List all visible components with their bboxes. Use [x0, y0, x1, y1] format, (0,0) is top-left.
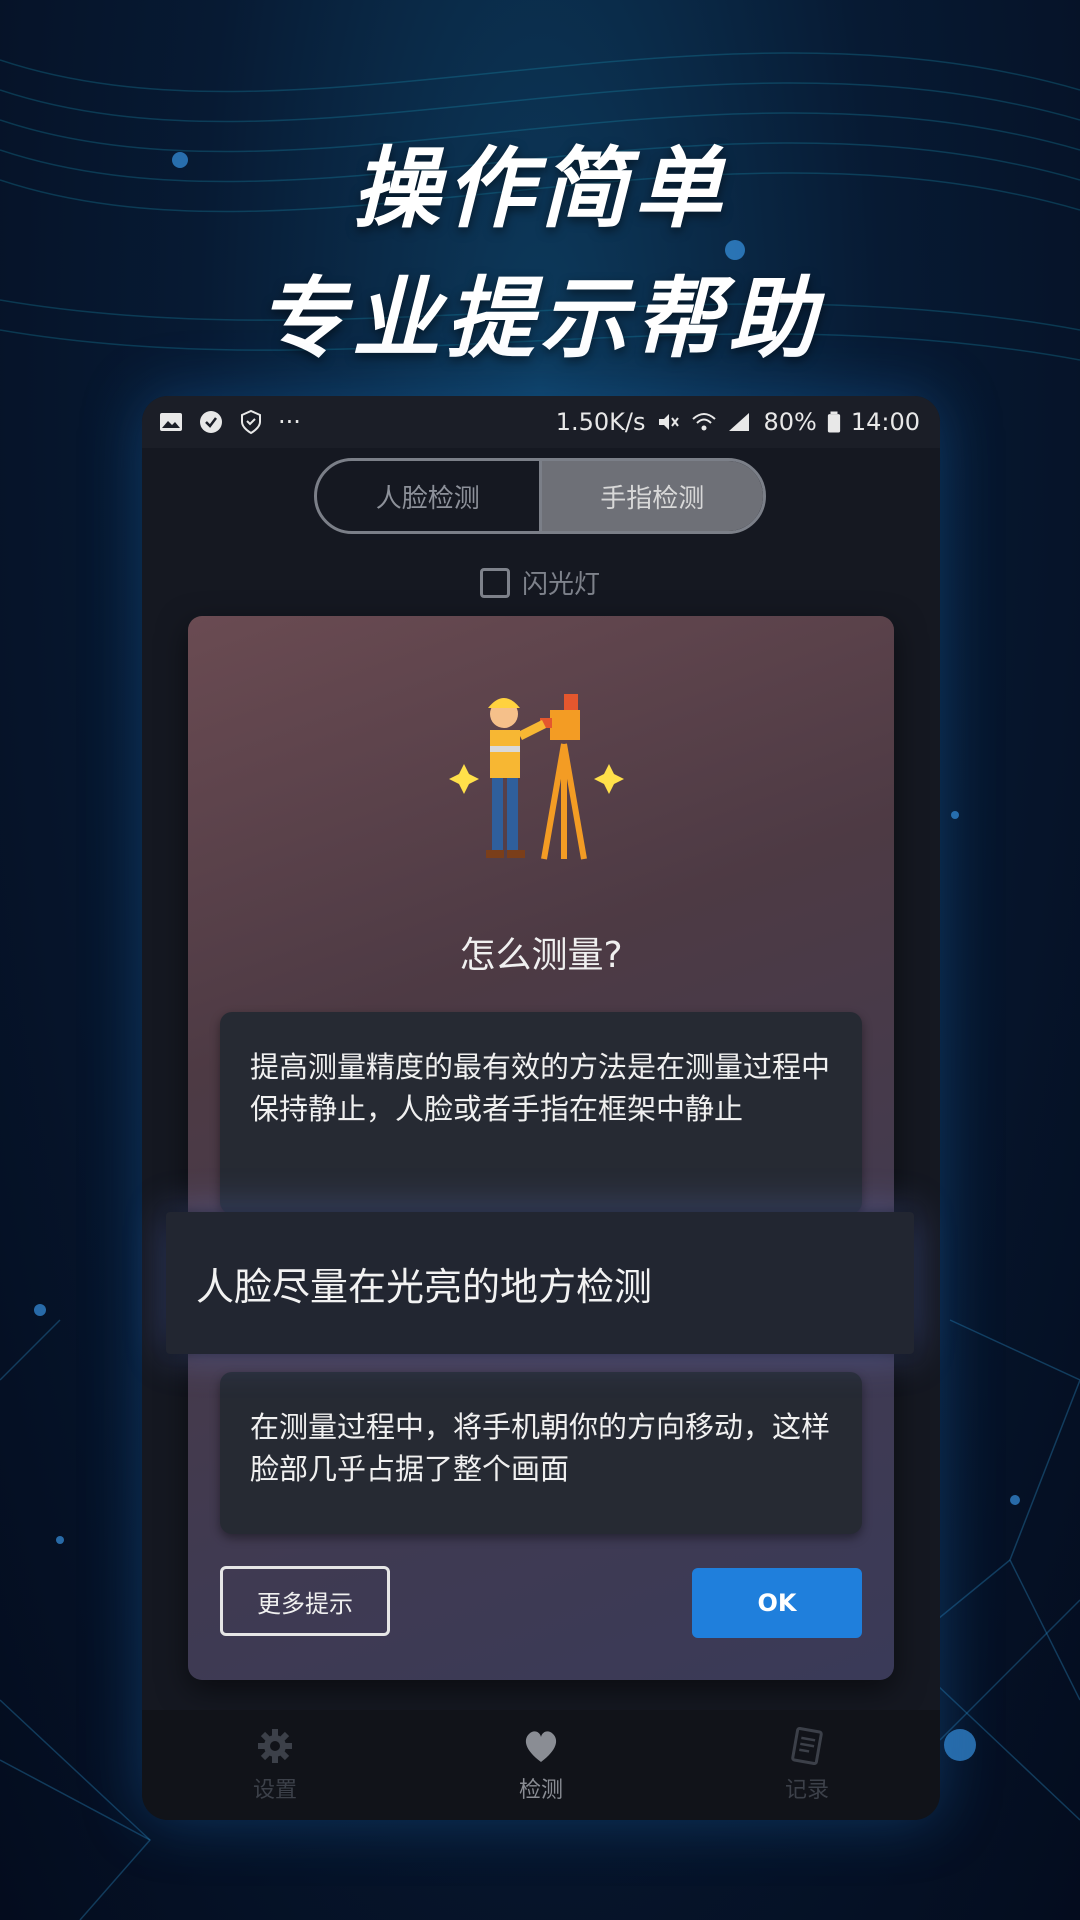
more-tips-button[interactable]: 更多提示	[220, 1566, 390, 1636]
record-icon	[791, 1726, 823, 1766]
flash-toggle[interactable]: 闪光灯	[480, 564, 600, 601]
ok-button[interactable]: OK	[692, 1568, 862, 1638]
more-notifications: ···	[278, 408, 301, 436]
heart-icon	[525, 1731, 557, 1762]
signal-icon	[729, 413, 750, 431]
flash-label: 闪光灯	[522, 570, 601, 600]
network-speed: 1.50K/s	[555, 408, 646, 436]
flash-checkbox[interactable]	[480, 567, 510, 598]
wifi-icon	[692, 413, 717, 431]
gear-icon	[258, 1729, 292, 1763]
dialog-title: 怎么测量?	[459, 935, 623, 976]
surveyor-illustration	[449, 694, 624, 860]
tip-card: 提高测量精度的最有效的方法是在测量过程中保持静止，人脸或者手指在框架中静止	[220, 1012, 862, 1214]
bottom-navigation: 设置 检测 记录	[142, 1710, 940, 1820]
battery-level: 80%	[763, 408, 817, 436]
check-badge-icon	[200, 411, 222, 433]
status-bar: ··· 1.50K/s 80% 14:00	[142, 396, 940, 448]
headline-line-1: 操作简单	[351, 137, 728, 240]
battery-icon	[827, 411, 840, 433]
shield-icon	[241, 409, 261, 435]
phone-screen: ··· 1.50K/s 80% 14:00 人脸检测 手指检测 闪光灯 怎么测量…	[142, 396, 940, 1820]
nav-label: 检测	[518, 1778, 563, 1803]
nav-item-settings[interactable]: 设置	[142, 1710, 408, 1820]
image-icon	[160, 413, 182, 431]
nav-item-detect[interactable]: 检测	[408, 1710, 674, 1820]
highlighted-tip: 人脸尽量在光亮的地方检测	[166, 1212, 914, 1354]
nav-item-records[interactable]: 记录	[674, 1710, 940, 1820]
tab-finger-detection[interactable]: 手指检测	[538, 461, 763, 531]
tab-face-detection[interactable]: 人脸检测	[317, 461, 539, 531]
headline-line-2: 专业提示帮助	[257, 267, 822, 370]
help-dialog: 怎么测量? 提高测量精度的最有效的方法是在测量过程中保持静止，人脸或者手指在框架…	[188, 616, 894, 1680]
tip-card: 在测量过程中，将手机朝你的方向移动，这样脸部几乎占据了整个画面	[220, 1372, 862, 1534]
mute-icon	[659, 414, 680, 430]
nav-label: 记录	[784, 1778, 829, 1803]
detection-mode-tabs: 人脸检测 手指检测	[314, 458, 766, 534]
nav-label: 设置	[252, 1778, 297, 1803]
clock: 14:00	[850, 408, 920, 436]
